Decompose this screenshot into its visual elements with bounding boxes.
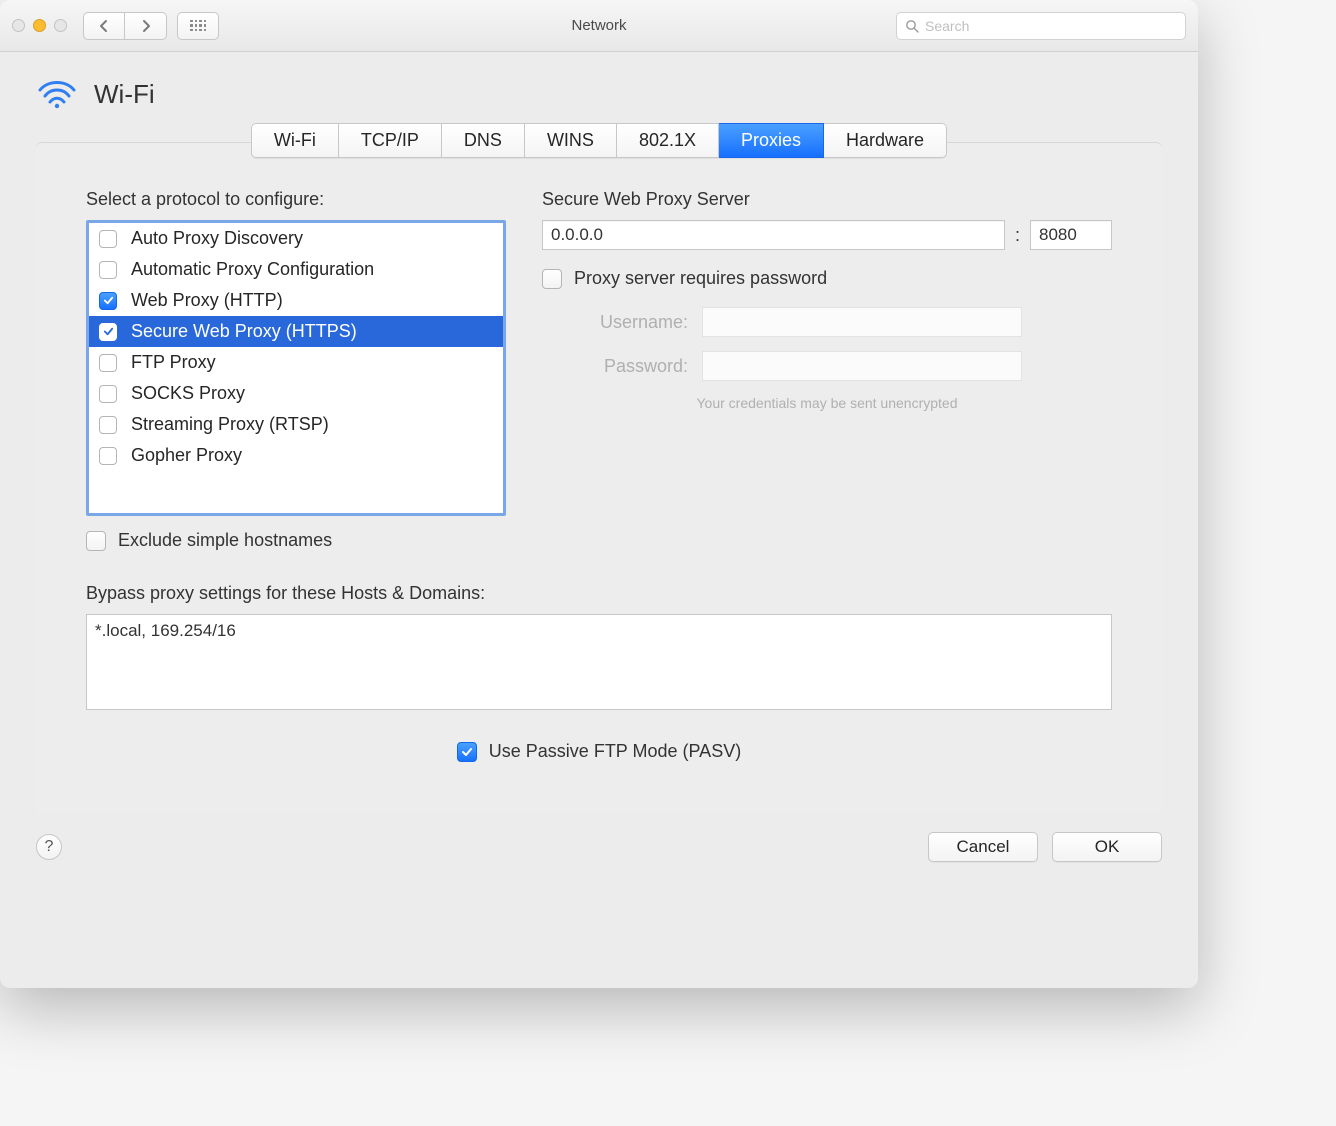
tab-wifi[interactable]: Wi-Fi (251, 123, 339, 158)
requires-password-label: Proxy server requires password (574, 268, 827, 289)
requires-password-checkbox[interactable] (542, 269, 562, 289)
protocol-checkbox[interactable] (99, 323, 117, 341)
protocol-item[interactable]: Automatic Proxy Configuration (89, 254, 503, 285)
exclude-simple-label: Exclude simple hostnames (118, 530, 332, 551)
protocol-label: Auto Proxy Discovery (131, 228, 303, 249)
exclude-simple-row[interactable]: Exclude simple hostnames (86, 530, 506, 551)
search-icon (905, 19, 919, 33)
back-button[interactable] (83, 12, 125, 40)
footer: ? Cancel OK (0, 814, 1198, 880)
tab-proxies[interactable]: Proxies (719, 123, 824, 158)
server-label: Secure Web Proxy Server (542, 189, 1112, 210)
exclude-simple-checkbox[interactable] (86, 531, 106, 551)
traffic-lights (12, 19, 67, 32)
protocol-label: FTP Proxy (131, 352, 216, 373)
search-input[interactable] (925, 18, 1177, 34)
cancel-button[interactable]: Cancel (928, 832, 1038, 862)
password-label: Password: (542, 356, 702, 377)
protocol-label: Streaming Proxy (RTSP) (131, 414, 329, 435)
bypass-label: Bypass proxy settings for these Hosts & … (86, 583, 1112, 604)
ok-button[interactable]: OK (1052, 832, 1162, 862)
protocol-checkbox[interactable] (99, 354, 117, 372)
protocol-label: Gopher Proxy (131, 445, 242, 466)
page-title: Wi-Fi (94, 79, 155, 110)
close-window-button[interactable] (12, 19, 25, 32)
credentials-note: Your credentials may be sent unencrypted (542, 395, 1112, 411)
help-icon: ? (45, 838, 54, 856)
protocol-item[interactable]: FTP Proxy (89, 347, 503, 378)
protocol-label: Secure Web Proxy (HTTPS) (131, 321, 357, 342)
protocol-item[interactable]: Streaming Proxy (RTSP) (89, 409, 503, 440)
proxy-server-address-input[interactable] (542, 220, 1005, 250)
grid-icon (190, 20, 206, 32)
tab-hardware[interactable]: Hardware (824, 123, 947, 158)
window: Network Wi-Fi Wi-FiTCP/IPDNSWINS802.1XPr… (0, 0, 1198, 988)
minimize-window-button[interactable] (33, 19, 46, 32)
pasv-checkbox[interactable] (457, 742, 477, 762)
protocol-checkbox[interactable] (99, 385, 117, 403)
search-field[interactable] (896, 12, 1186, 40)
proxies-panel: Select a protocol to configure: Auto Pro… (36, 142, 1162, 814)
password-input (702, 351, 1022, 381)
tab-8021x[interactable]: 802.1X (617, 123, 719, 158)
bypass-textarea[interactable] (86, 614, 1112, 710)
server-port-separator: : (1015, 225, 1020, 246)
pasv-row[interactable]: Use Passive FTP Mode (PASV) (457, 741, 741, 762)
protocol-item[interactable]: SOCKS Proxy (89, 378, 503, 409)
tab-bar: Wi-FiTCP/IPDNSWINS802.1XProxiesHardware (0, 123, 1198, 158)
protocol-item[interactable]: Gopher Proxy (89, 440, 503, 471)
nav-buttons (83, 12, 167, 40)
protocol-label: SOCKS Proxy (131, 383, 245, 404)
show-all-button[interactable] (177, 12, 219, 40)
tab-dns[interactable]: DNS (442, 123, 525, 158)
protocol-item[interactable]: Web Proxy (HTTP) (89, 285, 503, 316)
protocol-item[interactable]: Auto Proxy Discovery (89, 223, 503, 254)
protocol-item[interactable]: Secure Web Proxy (HTTPS) (89, 316, 503, 347)
protocol-label: Web Proxy (HTTP) (131, 290, 283, 311)
protocol-label: Automatic Proxy Configuration (131, 259, 374, 280)
tab-tcpip[interactable]: TCP/IP (339, 123, 442, 158)
username-label: Username: (542, 312, 702, 333)
pasv-label: Use Passive FTP Mode (PASV) (489, 741, 741, 762)
username-input (702, 307, 1022, 337)
page-header: Wi-Fi (0, 52, 1198, 123)
tab-wins[interactable]: WINS (525, 123, 617, 158)
requires-password-row[interactable]: Proxy server requires password (542, 268, 1112, 289)
protocol-list[interactable]: Auto Proxy Discovery Automatic Proxy Conf… (86, 220, 506, 516)
protocol-checkbox[interactable] (99, 230, 117, 248)
forward-button[interactable] (125, 12, 167, 40)
protocol-label: Select a protocol to configure: (86, 189, 506, 210)
protocol-checkbox[interactable] (99, 447, 117, 465)
protocol-checkbox[interactable] (99, 261, 117, 279)
protocol-checkbox[interactable] (99, 292, 117, 310)
wifi-icon (36, 76, 78, 113)
proxy-server-port-input[interactable] (1030, 220, 1112, 250)
titlebar: Network (0, 0, 1198, 52)
protocol-checkbox[interactable] (99, 416, 117, 434)
help-button[interactable]: ? (36, 834, 62, 860)
zoom-window-button[interactable] (54, 19, 67, 32)
